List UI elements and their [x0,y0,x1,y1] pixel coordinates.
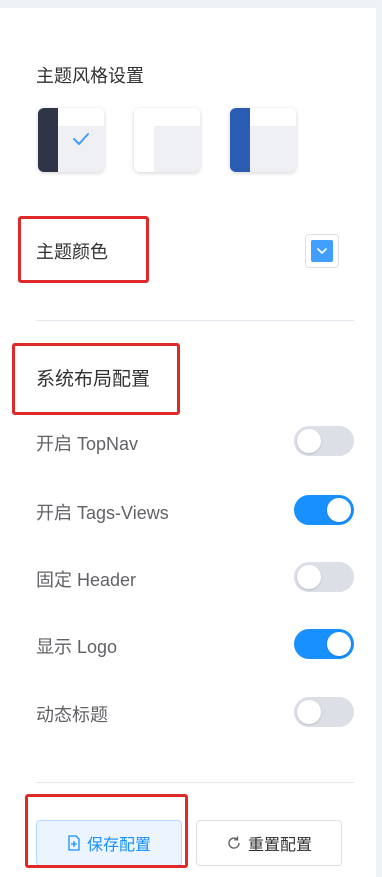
toggle-label-fixed-header: 固定 Header [36,570,137,590]
theme-card-light[interactable] [134,108,200,172]
toggle-knob [297,429,321,453]
reset-config-button[interactable]: 重置配置 [196,820,342,866]
theme-header-preview [250,108,296,126]
divider [36,782,354,783]
toggle-label-dynamic-title: 动态标题 [36,705,108,725]
reset-button-label: 重置配置 [247,837,312,854]
theme-color-label: 主题颜色 [36,242,108,262]
theme-sidebar-preview [134,108,154,172]
toggle-knob [297,700,321,724]
save-config-button[interactable]: 保存配置 [36,820,182,866]
toggle-label-tags-views: 开启 Tags-Views [36,503,169,523]
theme-header-preview [154,108,200,126]
toggle-knob [297,565,321,589]
tags-views-toggle[interactable] [294,495,354,525]
theme-sidebar-preview [38,108,58,172]
check-icon [73,133,89,145]
topnav-toggle[interactable] [294,426,354,456]
scrollbar-track [376,0,382,877]
toggle-knob [327,498,351,522]
save-button-label: 保存配置 [86,837,151,854]
theme-card-blue[interactable] [230,108,296,172]
toggle-label-topnav: 开启 TopNav [36,434,139,454]
toggle-label-show-logo: 显示 Logo [36,637,118,657]
show-logo-toggle[interactable] [294,629,354,659]
dynamic-title-toggle[interactable] [294,697,354,727]
fixed-header-toggle[interactable] [294,562,354,592]
theme-card-dark[interactable] [38,108,104,172]
divider [36,320,354,321]
theme-color-picker[interactable] [305,234,339,268]
theme-style-title: 主题风格设置 [36,66,144,86]
refresh-icon [228,836,240,849]
theme-sidebar-preview [230,108,250,172]
theme-header-preview [58,108,104,126]
document-add-icon [68,835,80,851]
toggle-knob [327,632,351,656]
layout-config-title: 系统布局配置 [36,369,151,390]
top-border [0,0,382,8]
chevron-down-icon [317,248,327,254]
